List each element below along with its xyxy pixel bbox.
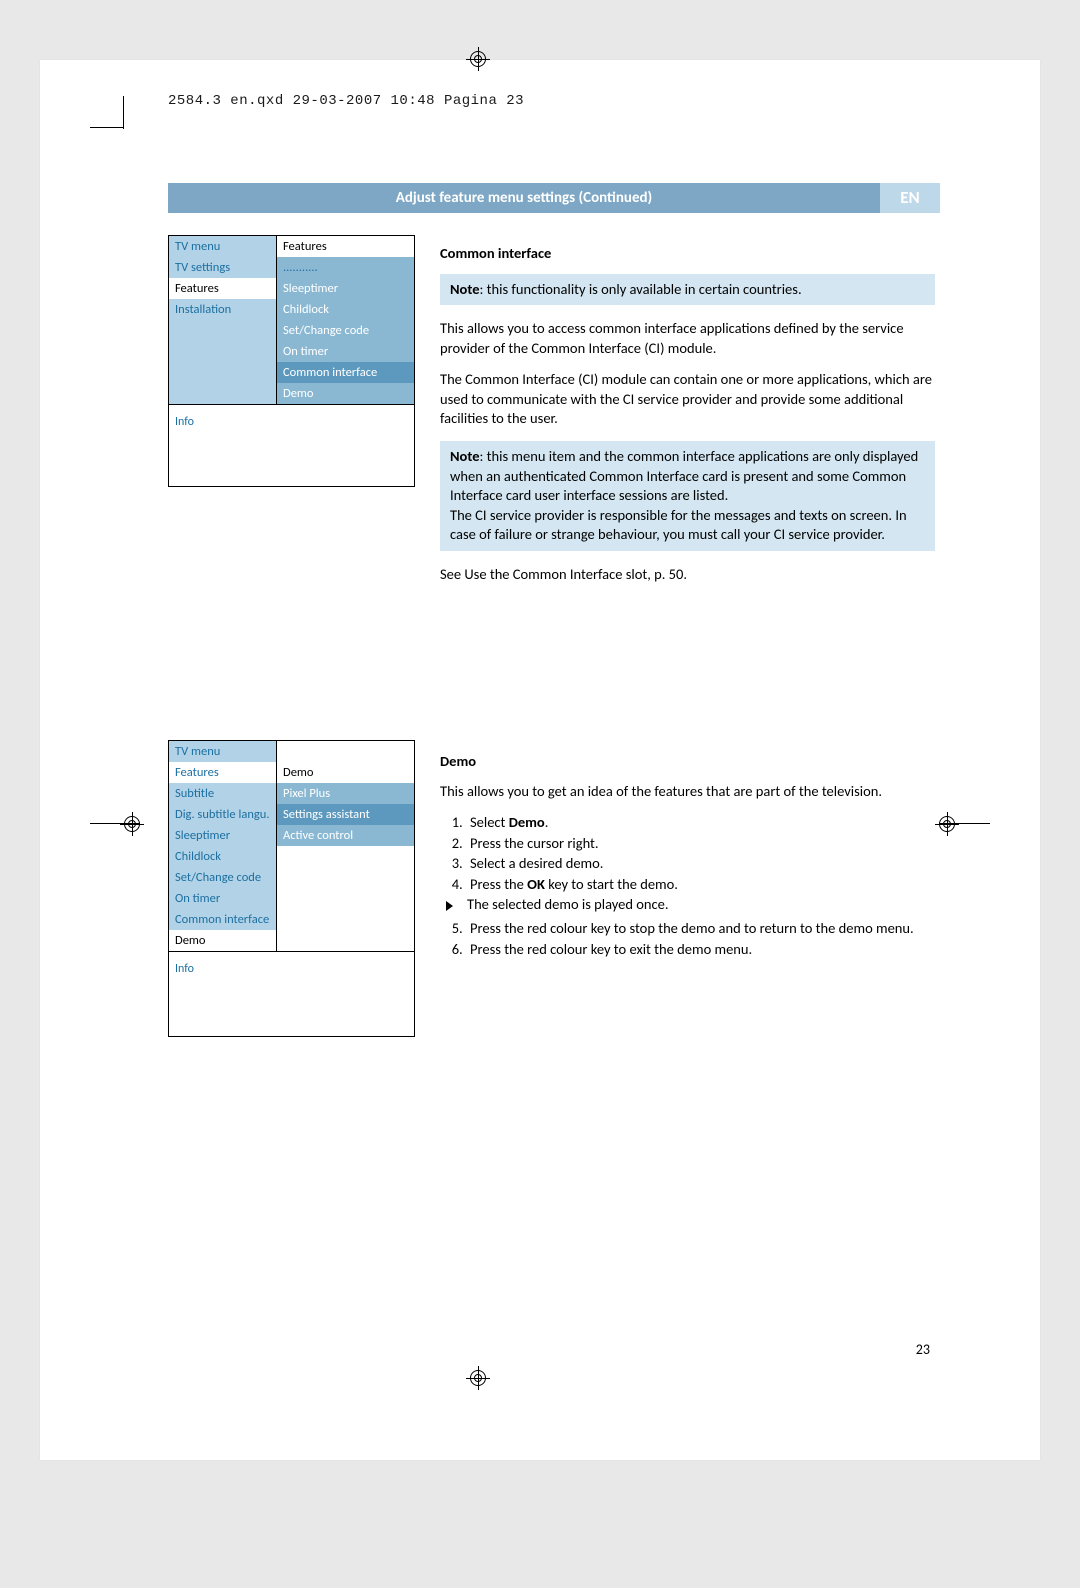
menu-cell-left: Demo	[169, 930, 277, 951]
menu-cell-left: Features	[169, 278, 277, 299]
note-box: Note: this functionality is only availab…	[440, 274, 935, 306]
menu-cell-left: Subtitle	[169, 783, 277, 804]
section-heading: Demo	[440, 752, 935, 772]
menu-cell-right: Active control	[277, 825, 414, 846]
menu-cell-left: Installation	[169, 299, 277, 320]
step-item: Press the red colour key to stop the dem…	[466, 919, 935, 939]
step-item: Press the red colour key to exit the dem…	[466, 940, 935, 960]
body-text: This allows you to get an idea of the fe…	[440, 782, 935, 802]
menu-cell-right	[277, 741, 414, 762]
menu-cell-left: Common interface	[169, 909, 277, 930]
menu-cell-right	[277, 867, 414, 888]
menu-cell-right: Pixel Plus	[277, 783, 414, 804]
result-line: The selected demo is played once.	[446, 895, 935, 915]
menu-cell-left	[169, 341, 277, 362]
note-label: Note	[450, 280, 480, 298]
step-item: Press the cursor right.	[466, 834, 935, 854]
menu-cell-left: Sleeptimer	[169, 825, 277, 846]
menu-cell-right: On timer	[277, 341, 414, 362]
body-text: This allows you to access common interfa…	[440, 319, 935, 358]
section-heading: Common interface	[440, 244, 935, 264]
step-item: Select Demo.	[466, 813, 935, 833]
language-badge: EN	[880, 183, 940, 213]
menu-cell-left: TV menu	[169, 741, 277, 762]
crop-mark	[123, 96, 124, 129]
menu-cell-right: Features	[277, 236, 414, 257]
tv-menu-screenshot-demo: TV menuFeaturesDemoSubtitlePixel PlusDig…	[168, 740, 415, 1037]
step-item: Select a desired demo.	[466, 854, 935, 874]
note-label: Note	[450, 447, 480, 465]
note-text: : this functionality is only available i…	[480, 280, 802, 298]
menu-cell-right: Demo	[277, 762, 414, 783]
crop-mark	[90, 127, 123, 128]
body-text: The Common Interface (CI) module can con…	[440, 370, 935, 429]
menu-cell-right: Set/Change code	[277, 320, 414, 341]
menu-cell-left: On timer	[169, 888, 277, 909]
steps-list: Select Demo. Press the cursor right. Sel…	[440, 813, 935, 894]
section-common-interface: Common interface Note: this functionalit…	[440, 244, 935, 596]
menu-cell-right	[277, 846, 414, 867]
body-text: See Use the Common Interface slot, p. 50…	[440, 565, 935, 585]
menu-cell-left: TV menu	[169, 236, 277, 257]
menu-cell-right: Childlock	[277, 299, 414, 320]
info-label: Info	[169, 404, 414, 439]
menu-cell-right	[277, 930, 414, 951]
triangle-icon	[446, 901, 453, 911]
menu-cell-left	[169, 320, 277, 341]
note-box: Note: this menu item and the common inte…	[440, 441, 935, 551]
registration-mark-icon	[120, 812, 144, 836]
menu-cell-right: ...........	[277, 257, 414, 278]
registration-mark-icon	[466, 47, 490, 71]
menu-cell-left	[169, 383, 277, 404]
menu-cell-left: Features	[169, 762, 277, 783]
prepress-header: 2584.3 en.qxd 29-03-2007 10:48 Pagina 23	[168, 93, 524, 109]
registration-mark-icon	[935, 812, 959, 836]
menu-cell-left: TV settings	[169, 257, 277, 278]
menu-cell-right: Sleeptimer	[277, 278, 414, 299]
tv-menu-screenshot-features: TV menuFeaturesTV settings...........Fea…	[168, 235, 415, 487]
menu-cell-left: Dig. subtitle langu.	[169, 804, 277, 825]
menu-cell-right: Common interface	[277, 362, 414, 383]
info-label: Info	[169, 951, 414, 986]
section-demo: Demo This allows you to get an idea of t…	[440, 752, 935, 960]
page-title-bar: Adjust feature menu settings (Continued)…	[168, 183, 940, 213]
menu-cell-left	[169, 362, 277, 383]
menu-cell-right	[277, 909, 414, 930]
menu-cell-left: Childlock	[169, 846, 277, 867]
note-text: : this menu item and the common interfac…	[450, 447, 918, 543]
menu-cell-right	[277, 888, 414, 909]
step-item: Press the OK key to start the demo.	[466, 875, 935, 895]
manual-page: 2584.3 en.qxd 29-03-2007 10:48 Pagina 23…	[40, 60, 1040, 1460]
steps-list: Press the red colour key to stop the dem…	[440, 919, 935, 959]
registration-mark-icon	[466, 1366, 490, 1390]
menu-cell-right: Settings assistant	[277, 804, 414, 825]
menu-cell-left: Set/Change code	[169, 867, 277, 888]
page-title: Adjust feature menu settings (Continued)	[168, 183, 880, 213]
menu-cell-right: Demo	[277, 383, 414, 404]
page-number: 23	[916, 1341, 930, 1358]
